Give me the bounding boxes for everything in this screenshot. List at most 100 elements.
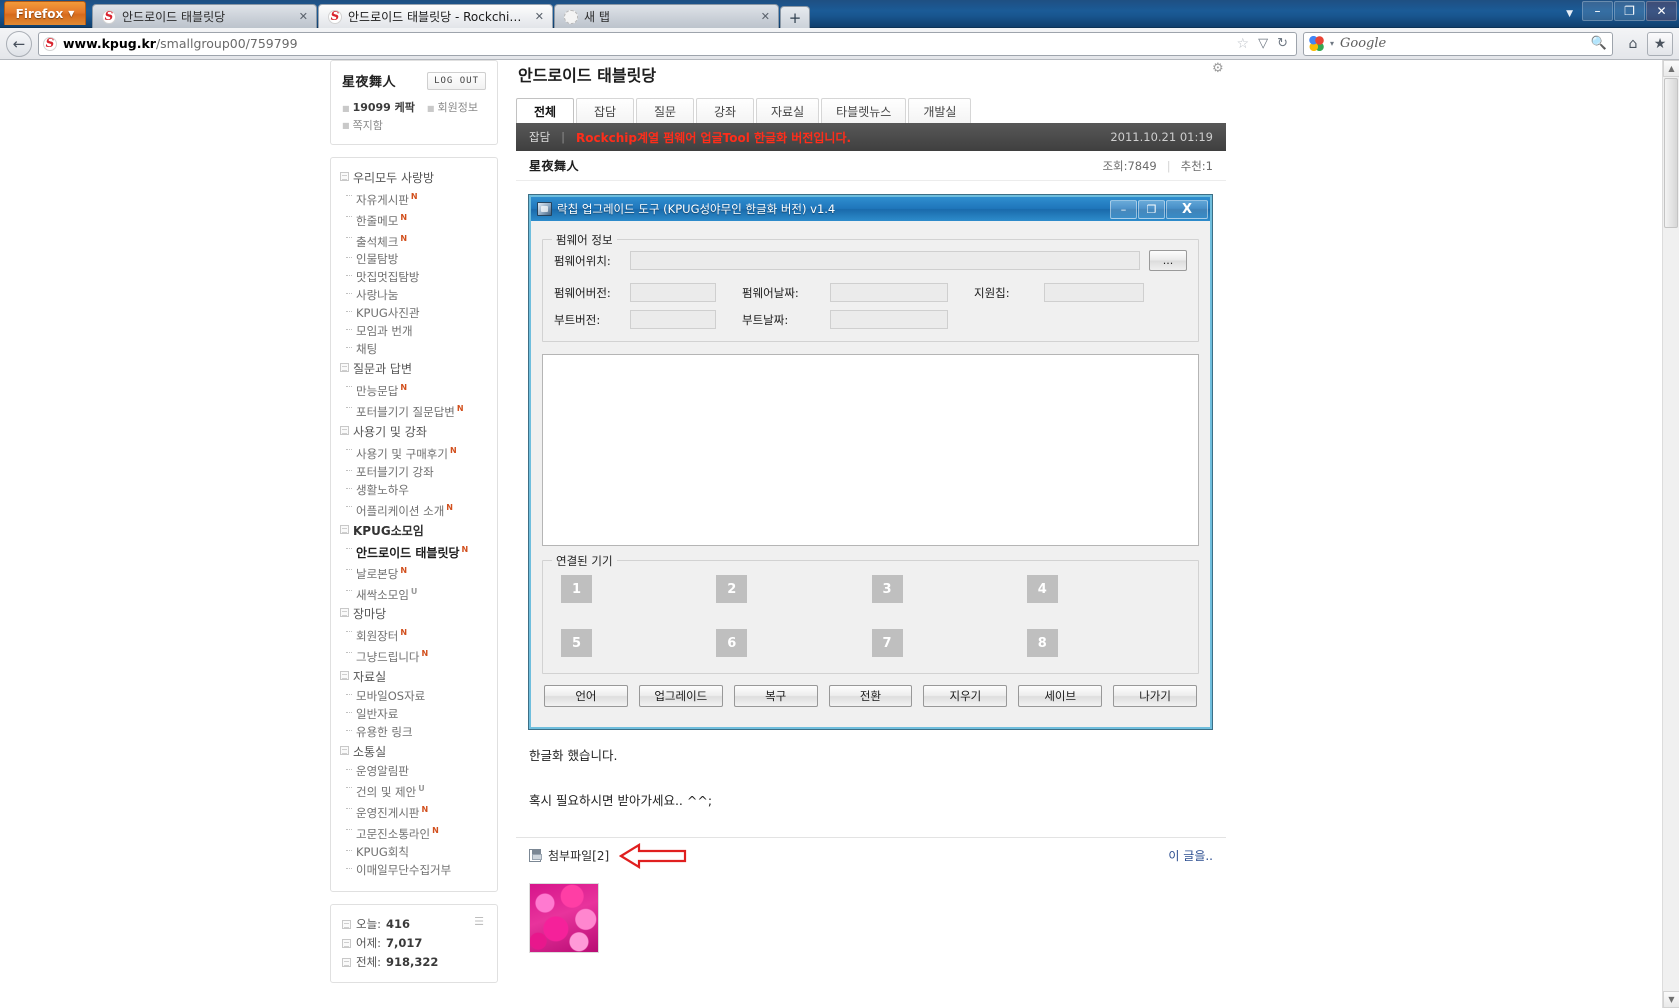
sidebar-item-33[interactable]: 고문진소통라인 N: [340, 822, 486, 843]
app-button-4[interactable]: 지우기: [923, 685, 1008, 707]
supported-chip-input[interactable]: [1044, 283, 1144, 302]
back-button[interactable]: ←: [6, 30, 32, 57]
close-button[interactable]: ✕: [1646, 1, 1677, 21]
device-slot-1[interactable]: 1: [561, 575, 716, 603]
chevron-down-icon[interactable]: ▽: [1258, 36, 1268, 51]
sidebar-item-23[interactable]: 회원장터 N: [340, 624, 486, 645]
tab-2[interactable]: 질문: [636, 98, 694, 123]
sidebar-category-25[interactable]: 자료실: [340, 666, 486, 687]
sidebar-item-7[interactable]: KPUG사진관: [340, 304, 486, 322]
post-category[interactable]: 잡담: [529, 129, 550, 145]
sidebar-item-8[interactable]: 모임과 번개: [340, 322, 486, 340]
sidebar-item-28[interactable]: 유용한 링크: [340, 723, 486, 741]
device-slot-5[interactable]: 5: [561, 629, 716, 657]
bookmarks-button[interactable]: ★: [1647, 31, 1673, 56]
app-minimize-button[interactable]: –: [1110, 199, 1137, 219]
sidebar-item-16[interactable]: 생활노하우: [340, 481, 486, 499]
maximize-button[interactable]: ❐: [1614, 1, 1645, 21]
browser-tab-3[interactable]: 새 탭 ✕: [554, 4, 779, 28]
app-button-0[interactable]: 언어: [544, 685, 628, 707]
firmware-version-input[interactable]: [630, 283, 716, 302]
this-post-link[interactable]: 이 글을..: [1168, 847, 1213, 864]
user-credit[interactable]: ■ 19099 케팍: [342, 99, 415, 117]
tab-list-chevron-icon[interactable]: ▼: [1566, 9, 1573, 19]
browser-tab-1[interactable]: 안드로이드 태블릿당 ✕: [92, 4, 317, 28]
search-icon[interactable]: 🔍: [1591, 36, 1607, 51]
sidebar-item-20[interactable]: 날로본당 N: [340, 562, 486, 583]
sidebar-item-11[interactable]: 만능문답 N: [340, 379, 486, 400]
stats-menu-icon[interactable]: ☰: [474, 915, 484, 928]
sidebar-category-10[interactable]: 질문과 답변: [340, 358, 486, 379]
logout-button[interactable]: LOG OUT: [427, 71, 486, 90]
vertical-scrollbar[interactable]: ▲ ▼: [1662, 60, 1679, 1008]
reload-icon[interactable]: ↻: [1277, 36, 1288, 51]
tab-0[interactable]: 전체: [516, 98, 574, 123]
close-icon[interactable]: ✕: [755, 10, 770, 23]
minimize-button[interactable]: –: [1582, 1, 1613, 21]
scroll-up-icon[interactable]: ▲: [1663, 60, 1679, 77]
boot-date-input[interactable]: [830, 310, 948, 329]
app-button-5[interactable]: 세이브: [1018, 685, 1103, 707]
sidebar-item-4[interactable]: 인물탐방: [340, 250, 486, 268]
sidebar-item-27[interactable]: 일반자료: [340, 705, 486, 723]
post-author[interactable]: 星夜舞人: [529, 157, 579, 174]
device-slot-2[interactable]: 2: [716, 575, 871, 603]
app-button-3[interactable]: 전환: [828, 685, 913, 707]
sidebar-item-24[interactable]: 그냥드립니다 N: [340, 645, 486, 666]
sidebar-item-9[interactable]: 채팅: [340, 340, 486, 358]
scrollbar-thumb[interactable]: [1664, 78, 1678, 228]
message-box-link[interactable]: ■ 쪽지함: [342, 119, 383, 132]
firmware-path-input[interactable]: [630, 251, 1140, 270]
sidebar-item-15[interactable]: 포터블기기 강좌: [340, 463, 486, 481]
sidebar-item-35[interactable]: 이매일무단수집거부: [340, 861, 486, 879]
sidebar-category-22[interactable]: 장마당: [340, 603, 486, 624]
search-input[interactable]: Google: [1340, 36, 1585, 51]
sidebar-item-3[interactable]: 출석체크 N: [340, 230, 486, 251]
sidebar-item-32[interactable]: 운영진게시판 N: [340, 801, 486, 822]
app-button-6[interactable]: 나가기: [1113, 685, 1198, 707]
boot-version-input[interactable]: [630, 310, 716, 329]
close-icon[interactable]: ✕: [529, 10, 544, 23]
search-bar[interactable]: ▾ Google 🔍: [1303, 31, 1613, 56]
device-slot-6[interactable]: 6: [716, 629, 871, 657]
app-maximize-button[interactable]: ❐: [1138, 199, 1165, 219]
close-icon[interactable]: ✕: [293, 10, 308, 23]
member-info-link[interactable]: ■ 회원정보: [427, 99, 478, 117]
sidebar-item-17[interactable]: 어플리케이션 소개 N: [340, 499, 486, 520]
sidebar-item-34[interactable]: KPUG회칙: [340, 843, 486, 861]
device-slot-7[interactable]: 7: [871, 629, 1027, 657]
sidebar-category-29[interactable]: 소통실: [340, 741, 486, 762]
sidebar-item-6[interactable]: 사랑나눔: [340, 286, 486, 304]
tab-5[interactable]: 타블렛뉴스: [821, 98, 907, 123]
tab-1[interactable]: 잡담: [576, 98, 634, 123]
sidebar-item-12[interactable]: 포터블기기 질문답변 N: [340, 400, 486, 421]
browse-button[interactable]: ...: [1149, 250, 1187, 271]
sidebar-item-2[interactable]: 한줄메모 N: [340, 209, 486, 230]
app-button-2[interactable]: 복구: [733, 685, 818, 707]
firefox-menu-button[interactable]: Firefox ▼: [4, 1, 86, 25]
home-button[interactable]: ⌂: [1619, 31, 1647, 57]
log-output-area[interactable]: [542, 354, 1199, 546]
device-slot-3[interactable]: 3: [871, 575, 1027, 603]
sidebar-category-13[interactable]: 사용기 및 강좌: [340, 421, 486, 442]
address-bar[interactable]: www.kpug.kr/smallgroup00/759799 ☆ ▽ ↻: [38, 31, 1297, 56]
sidebar-item-26[interactable]: 모바일OS자료: [340, 687, 486, 705]
sidebar-item-30[interactable]: 운영알림판: [340, 762, 486, 780]
sidebar-category-0[interactable]: 우리모두 사랑방: [340, 167, 486, 188]
sidebar-item-5[interactable]: 맛집멋집탐방: [340, 268, 486, 286]
sidebar-category-18[interactable]: KPUG소모임: [340, 520, 486, 541]
new-tab-button[interactable]: +: [780, 6, 810, 28]
attachment-label[interactable]: 첨부파일[2]: [548, 847, 609, 864]
tab-4[interactable]: 자료실: [756, 98, 820, 123]
device-slot-8[interactable]: 8: [1026, 629, 1182, 657]
app-close-button[interactable]: X: [1166, 199, 1208, 219]
chevron-down-icon[interactable]: ▾: [1330, 39, 1334, 48]
attachment-thumbnail[interactable]: [529, 883, 599, 953]
tab-6[interactable]: 개발실: [908, 98, 972, 123]
device-slot-4[interactable]: 4: [1026, 575, 1182, 603]
app-button-1[interactable]: 업그레이드: [638, 685, 723, 707]
sidebar-item-14[interactable]: 사용기 및 구매후기 N: [340, 442, 486, 463]
sidebar-item-21[interactable]: 새싹소모임 U: [340, 583, 486, 604]
sidebar-item-19[interactable]: 안드로이드 태블릿당 N: [340, 541, 486, 562]
scroll-down-icon[interactable]: ▼: [1663, 991, 1679, 1008]
